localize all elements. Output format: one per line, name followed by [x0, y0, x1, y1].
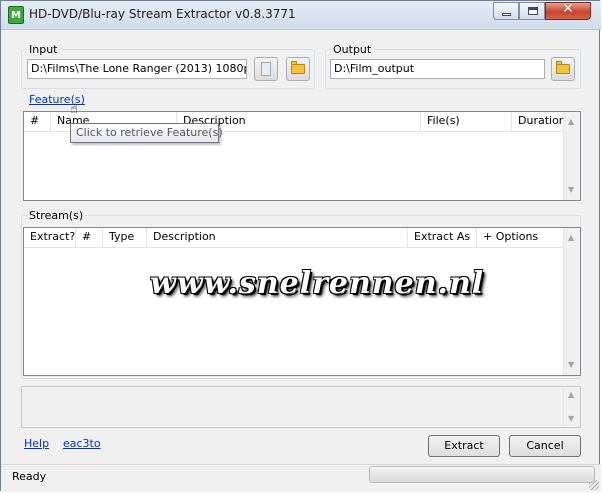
- input-label: Input: [27, 43, 60, 56]
- window-title: HD-DVD/Blu-ray Stream Extractor v0.8.377…: [29, 7, 296, 21]
- help-link[interactable]: Help: [24, 437, 49, 450]
- scroll-down-icon[interactable]: ▼: [568, 186, 574, 194]
- progress-bar: [369, 466, 595, 483]
- streams-col-extract[interactable]: Extract?: [24, 228, 76, 247]
- open-disc-button[interactable]: [254, 57, 278, 81]
- title-bar[interactable]: M HD-DVD/Blu-ray Stream Extractor v0.8.3…: [1, 1, 601, 30]
- close-button[interactable]: ✕: [545, 1, 591, 20]
- close-icon: ✕: [562, 1, 574, 17]
- extract-button[interactable]: Extract: [428, 435, 500, 457]
- maximize-button[interactable]: [519, 2, 545, 20]
- features-scrollbar[interactable]: ▲ ▼: [563, 112, 580, 200]
- streams-col-description[interactable]: Description: [147, 228, 408, 247]
- scroll-up-icon[interactable]: ▲: [568, 118, 574, 126]
- browse-input-button[interactable]: [286, 57, 310, 81]
- eac3to-link[interactable]: eac3to: [63, 437, 101, 450]
- folder-icon: [291, 61, 305, 74]
- hand-cursor-icon: ☝: [70, 102, 78, 117]
- options-scrollbar[interactable]: ▲ ▼: [563, 387, 580, 427]
- cancel-button[interactable]: Cancel: [509, 435, 581, 457]
- maximize-icon: [528, 7, 538, 15]
- output-path-field[interactable]: D:\Film_output: [330, 59, 545, 79]
- scroll-down-icon[interactable]: ▼: [568, 361, 574, 369]
- minimize-icon: [502, 13, 511, 16]
- streams-col-options[interactable]: + Options: [477, 228, 565, 247]
- streams-list[interactable]: Extract? # Type Description Extract As +…: [23, 227, 581, 376]
- output-label: Output: [331, 43, 374, 56]
- features-col-files[interactable]: File(s): [421, 112, 512, 131]
- streams-label: Stream(s): [27, 209, 86, 222]
- scroll-up-icon[interactable]: ▲: [568, 234, 574, 242]
- disc-icon: [261, 62, 271, 76]
- main-window: M HD-DVD/Blu-ray Stream Extractor v0.8.3…: [0, 0, 601, 492]
- streams-col-type[interactable]: Type: [103, 228, 147, 247]
- scroll-down-icon[interactable]: ▼: [568, 415, 574, 423]
- scroll-up-icon[interactable]: ▲: [568, 391, 574, 399]
- streams-col-number[interactable]: #: [76, 228, 103, 247]
- features-col-number[interactable]: #: [24, 112, 51, 131]
- browse-output-button[interactable]: [551, 57, 575, 81]
- app-icon: M: [8, 6, 24, 24]
- status-text: Ready: [12, 470, 47, 483]
- features-col-duration[interactable]: Duration: [512, 112, 566, 131]
- input-path-field[interactable]: D:\Films\The Lone Ranger (2013) 1080p\BD: [27, 59, 247, 79]
- folder-icon: [556, 61, 570, 74]
- options-panel: ▲ ▼: [21, 386, 581, 428]
- streams-header: Extract? # Type Description Extract As +…: [24, 228, 563, 248]
- features-tooltip: Click to retrieve Feature(s): [70, 123, 223, 143]
- streams-scrollbar[interactable]: ▲ ▼: [563, 228, 580, 375]
- watermark: www.snelrennen.nl: [150, 266, 485, 301]
- streams-col-extract-as[interactable]: Extract As: [408, 228, 477, 247]
- minimize-button[interactable]: [493, 2, 519, 20]
